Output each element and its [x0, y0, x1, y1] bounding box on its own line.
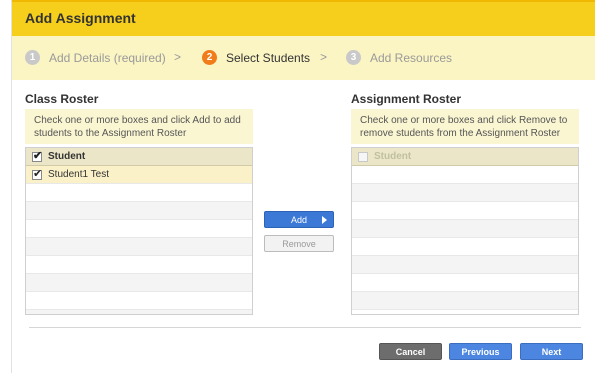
empty-row [352, 274, 578, 292]
remove-button[interactable]: Remove [264, 235, 334, 252]
step-label-add-details: Add Details (required) [49, 50, 166, 65]
dialog-title-bar: Add Assignment [12, 0, 595, 36]
step-add-details[interactable]: 1 Add Details (required) [25, 50, 166, 65]
empty-row [26, 274, 252, 292]
empty-row [352, 166, 578, 184]
add-button-label: Add [290, 215, 307, 225]
step-number-3: 3 [346, 50, 361, 65]
class-roster-list: Student Student1 Test [25, 147, 253, 315]
empty-row [26, 310, 252, 314]
step-separator: > [174, 50, 182, 64]
wizard-steps: 1 Add Details (required) > 2 Select Stud… [12, 36, 595, 80]
empty-row [26, 238, 252, 256]
step-number-1: 1 [25, 50, 40, 65]
dialog-title: Add Assignment [25, 10, 136, 26]
empty-row [352, 220, 578, 238]
empty-row [352, 238, 578, 256]
empty-row [26, 292, 252, 310]
class-roster-header-label: Student [48, 151, 86, 162]
empty-row [352, 202, 578, 220]
assignment-roster-list: Student [351, 147, 579, 315]
student-name: Student1 Test [48, 169, 109, 180]
empty-row [26, 184, 252, 202]
step-label-add-resources: Add Resources [370, 50, 453, 65]
class-roster-header-row: Student [26, 148, 252, 166]
cancel-button[interactable]: Cancel [379, 343, 442, 360]
step-separator: > [320, 50, 328, 64]
empty-row [26, 220, 252, 238]
arrow-right-icon [322, 216, 327, 224]
empty-row [26, 202, 252, 220]
empty-row [26, 256, 252, 274]
assignment-roster-header-row: Student [352, 148, 578, 166]
empty-row [352, 292, 578, 310]
assignment-roster-header-label: Student [374, 151, 412, 162]
step-select-students[interactable]: 2 Select Students [202, 50, 310, 65]
table-row[interactable]: Student1 Test [26, 166, 252, 184]
add-button[interactable]: Add [264, 211, 334, 228]
step-label-select-students: Select Students [226, 50, 311, 65]
footer-divider [29, 327, 581, 328]
assignment-roster-heading: Assignment Roster [351, 92, 462, 106]
empty-row [352, 184, 578, 202]
previous-button[interactable]: Previous [449, 343, 512, 360]
add-assignment-dialog: Add Assignment 1 Add Details (required) … [12, 0, 595, 373]
step-number-2: 2 [202, 50, 217, 65]
class-roster-instructions: Check one or more boxes and click Add to… [25, 109, 253, 144]
empty-row [352, 256, 578, 274]
assignment-roster-instructions: Check one or more boxes and click Remove… [351, 109, 579, 144]
next-button[interactable]: Next [520, 343, 583, 360]
step-add-resources[interactable]: 3 Add Resources [346, 50, 452, 65]
class-roster-heading: Class Roster [25, 92, 99, 106]
student-checkbox[interactable] [32, 167, 42, 180]
select-all-checkbox[interactable] [32, 149, 42, 162]
select-all-checkbox[interactable] [358, 151, 368, 162]
empty-row [352, 310, 578, 314]
